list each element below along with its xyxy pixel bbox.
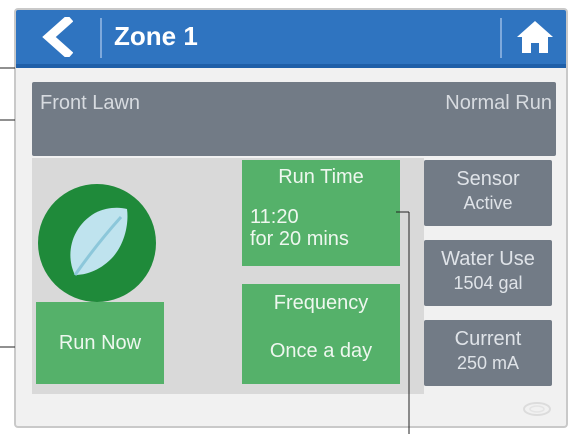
frequency-label: Frequency — [273, 292, 369, 314]
watermark-logo — [523, 402, 551, 416]
home-icon — [517, 21, 553, 53]
run-time-label: Run Time — [278, 166, 364, 188]
zone-status-badge — [38, 184, 156, 302]
current-value: 250 mA — [456, 353, 520, 373]
header-divider-left — [100, 18, 102, 58]
current-tile: Current 250 mA — [424, 320, 552, 386]
run-time-button[interactable]: Run Time 11:20 for 20 mins — [242, 160, 400, 266]
run-time-duration: for 20 mins — [250, 228, 349, 250]
water-use-value: 1504 gal — [453, 273, 523, 293]
zone-mode: Normal Run — [445, 92, 552, 114]
header-divider-right — [500, 18, 502, 58]
frequency-button[interactable]: Frequency Once a day — [242, 284, 400, 384]
zone-info-bar: Front Lawn Normal Run — [32, 82, 556, 156]
sensor-label: Sensor — [456, 168, 520, 190]
sensor-value: Active — [463, 193, 513, 213]
water-use-label: Water Use — [441, 248, 535, 270]
back-button[interactable] — [16, 10, 98, 64]
current-label: Current — [454, 328, 522, 350]
page-title: Zone 1 — [114, 21, 198, 51]
header-bar: Zone 1 — [16, 10, 566, 68]
chevron-left-icon — [42, 17, 73, 57]
leaf-icon — [70, 207, 128, 276]
home-button[interactable] — [504, 10, 566, 64]
water-use-tile: Water Use 1504 gal — [424, 240, 552, 306]
run-now-button[interactable]: Run Now — [36, 302, 164, 384]
sensor-tile: Sensor Active — [424, 160, 552, 226]
zone-name: Front Lawn — [40, 92, 141, 114]
run-time-value: 11:20 — [250, 206, 299, 228]
zone-detail-screen: Zone 1 Front Lawn Normal Run Run Now Run… — [14, 8, 568, 428]
frequency-value: Once a day — [269, 340, 373, 362]
run-now-label: Run Now — [58, 332, 142, 354]
